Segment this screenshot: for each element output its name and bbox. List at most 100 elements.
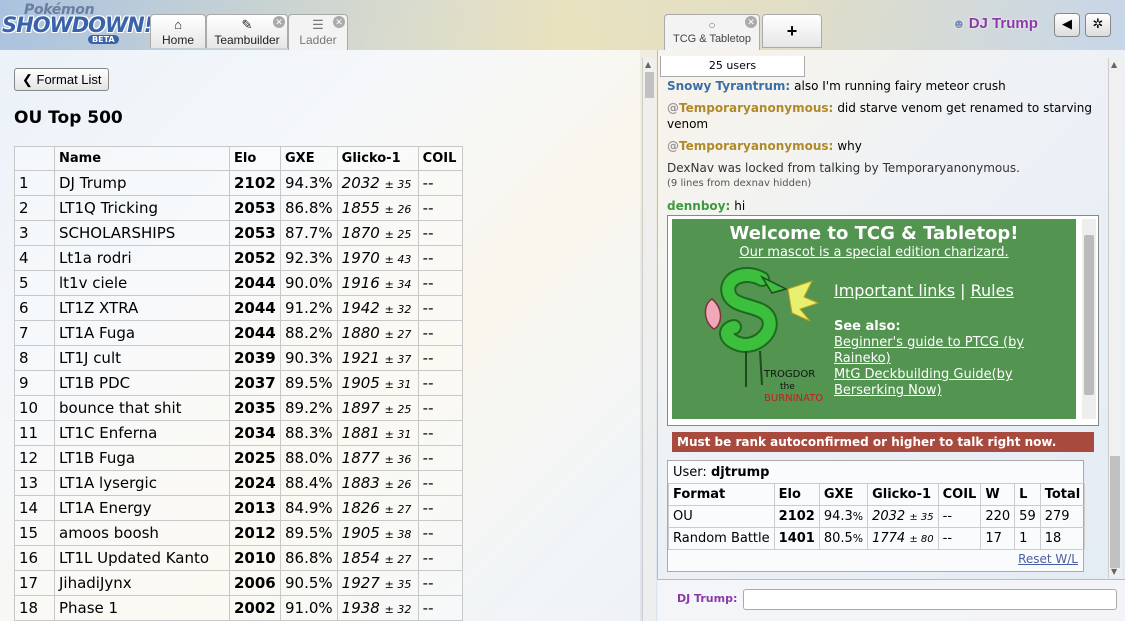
elo-cell: 2013 <box>229 495 281 521</box>
glicko-dev: ± 25 <box>384 228 412 241</box>
glicko-value: 1870 <box>341 224 380 242</box>
glicko-value: 1927 <box>341 574 380 592</box>
scroll-thumb[interactable] <box>1084 235 1094 395</box>
name-cell[interactable]: LT1A lysergic <box>54 470 230 496</box>
name-cell[interactable]: Phase 1 <box>54 595 230 621</box>
glicko-value: 1970 <box>341 249 380 267</box>
glicko-cell: 1970 ± 43 <box>336 245 419 271</box>
elo-cell: 2053 <box>229 195 281 221</box>
mtg-guide-link[interactable]: MtG Deckbuilding Guide(by Berserking Now… <box>834 367 1070 399</box>
table-row: 14 LT1A Energy 2013 84.9% 1826 ± 27 -- <box>14 495 463 521</box>
glicko-dev: ± 37 <box>384 353 412 366</box>
name-cell[interactable]: DJ Trump <box>54 170 230 196</box>
name-cell[interactable]: SCHOLARSHIPS <box>54 220 230 246</box>
glicko-cell: 1881 ± 31 <box>336 420 419 446</box>
settings-button[interactable]: ✲ <box>1085 13 1111 37</box>
glicko-cell: 1826 ± 27 <box>336 495 419 521</box>
mascot-link[interactable]: Our mascot is a special edition charizar… <box>672 245 1076 260</box>
scroll-down-icon[interactable]: ▼ <box>1111 567 1117 576</box>
scroll-thumb[interactable] <box>645 72 654 98</box>
name-cell[interactable]: LT1Q Tricking <box>54 195 230 221</box>
chat-text: why <box>837 139 862 153</box>
reset-wl-link[interactable]: Reset W/L <box>1018 552 1078 566</box>
tab-room-tcg[interactable]: ○ TCG & Tabletop ✕ <box>664 14 760 50</box>
table-row: 12 LT1B Fuga 2025 88.0% 1877 ± 36 -- <box>14 445 463 471</box>
col-gxe: GXE <box>280 146 338 171</box>
rank-cell: 14 <box>14 495 55 521</box>
user-menu[interactable]: ☻ DJ Trump <box>952 15 1038 32</box>
table-row: 6 LT1Z XTRA 2044 91.2% 1942 ± 32 -- <box>14 295 463 321</box>
hidden-lines-note[interactable]: (9 lines from dexnav hidden) <box>667 176 1107 192</box>
name-cell[interactable]: Lt1a rodri <box>54 245 230 271</box>
chat-username[interactable]: dennboy: <box>667 199 730 213</box>
coil-cell: -- <box>417 370 463 396</box>
gxe-cell: 80.5% <box>818 527 869 550</box>
close-icon[interactable]: ✕ <box>745 16 757 28</box>
name-cell[interactable]: lt1v ciele <box>54 270 230 296</box>
gxe-cell: 92.3% <box>280 245 338 271</box>
table-row: 4 Lt1a rodri 2052 92.3% 1970 ± 43 -- <box>14 245 463 271</box>
tab-home[interactable]: ⌂ Home <box>150 14 206 48</box>
chevron-left-icon: ❮ <box>22 72 37 87</box>
gear-icon: ✲ <box>1092 17 1104 32</box>
glicko-value: 1942 <box>341 299 380 317</box>
gxe-cell: 88.0% <box>280 445 338 471</box>
new-tab-button[interactable]: + <box>762 14 822 48</box>
chat-input[interactable] <box>743 589 1117 610</box>
glicko-dev: ± 35 <box>384 578 412 591</box>
chat-username-text: Temporaryanonymous: <box>679 139 834 153</box>
name-cell[interactable]: amoos boosh <box>54 520 230 546</box>
rank-cell: 5 <box>14 270 55 296</box>
name-cell[interactable]: LT1B Fuga <box>54 445 230 471</box>
elo-cell: 2002 <box>229 595 281 621</box>
tab-ladder[interactable]: ☰ Ladder ✕ <box>288 14 348 50</box>
showdown-logo[interactable]: Pokémon SHOWDOWN! BETA <box>2 2 153 46</box>
close-icon[interactable]: ✕ <box>273 16 285 28</box>
scroll-thumb[interactable] <box>1110 456 1120 568</box>
rank-cell: 10 <box>14 395 55 421</box>
scroll-up-icon[interactable]: ▲ <box>1111 60 1117 69</box>
sound-button[interactable]: ◀ <box>1054 13 1080 37</box>
name-cell[interactable]: LT1B PDC <box>54 370 230 396</box>
intro-scrollbar[interactable] <box>1082 219 1096 419</box>
col-glicko: Glicko-1 <box>867 483 939 506</box>
gxe-cell: 94.3% <box>280 170 338 196</box>
glicko-dev: ± 32 <box>384 303 412 316</box>
important-links-link[interactable]: Important links <box>834 281 955 300</box>
name-cell[interactable]: LT1Z XTRA <box>54 295 230 321</box>
drawing-caption-2: the <box>780 382 795 392</box>
glicko-value: 1883 <box>341 474 380 492</box>
user-line: User: djtrump <box>673 465 769 480</box>
chat-username[interactable]: @Temporaryanonymous: <box>667 101 833 115</box>
rules-link[interactable]: Rules <box>971 281 1014 300</box>
glicko-cell: 1877 ± 36 <box>336 445 419 471</box>
gxe-cell: 86.8% <box>280 545 338 571</box>
glicko-value: 1905 <box>341 524 380 542</box>
chat-scrollbar[interactable]: ▲ ▼ <box>1108 58 1122 578</box>
col-losses: L <box>1014 483 1041 506</box>
userlist-toggle[interactable]: 25 users <box>660 56 805 77</box>
close-icon[interactable]: ✕ <box>333 16 345 28</box>
rank-cell: 2 <box>14 195 55 221</box>
link-separator: | <box>960 281 966 300</box>
name-cell[interactable]: LT1A Fuga <box>54 320 230 346</box>
name-cell[interactable]: LT1A Energy <box>54 495 230 521</box>
name-cell[interactable]: JihadiJynx <box>54 570 230 596</box>
rank-cell: 9 <box>14 370 55 396</box>
glicko-cell: 1870 ± 25 <box>336 220 419 246</box>
name-cell[interactable]: LT1C Enferna <box>54 420 230 446</box>
chat-log-scrollbar[interactable]: ▲ <box>642 58 656 621</box>
chat-username[interactable]: Snowy Tyrantrum: <box>667 79 790 93</box>
glicko-cell: 1897 ± 25 <box>336 395 419 421</box>
name-cell[interactable]: LT1J cult <box>54 345 230 371</box>
ptcg-guide-link[interactable]: Beginner's guide to PTCG (by Raineko) <box>834 335 1070 367</box>
chat-username[interactable]: @Temporaryanonymous: <box>667 139 833 153</box>
glicko-cell: 1880 ± 27 <box>336 320 419 346</box>
elo-cell: 2025 <box>229 445 281 471</box>
name-cell[interactable]: bounce that shit <box>54 395 230 421</box>
chat-text: also I'm running fairy meteor crush <box>794 79 1006 93</box>
name-cell[interactable]: LT1L Updated Kanto <box>54 545 230 571</box>
tab-teambuilder[interactable]: ✎ Teambuilder ✕ <box>206 14 288 48</box>
scroll-up-icon[interactable]: ▲ <box>645 60 651 69</box>
format-list-button[interactable]: ❮ Format List <box>14 68 109 91</box>
